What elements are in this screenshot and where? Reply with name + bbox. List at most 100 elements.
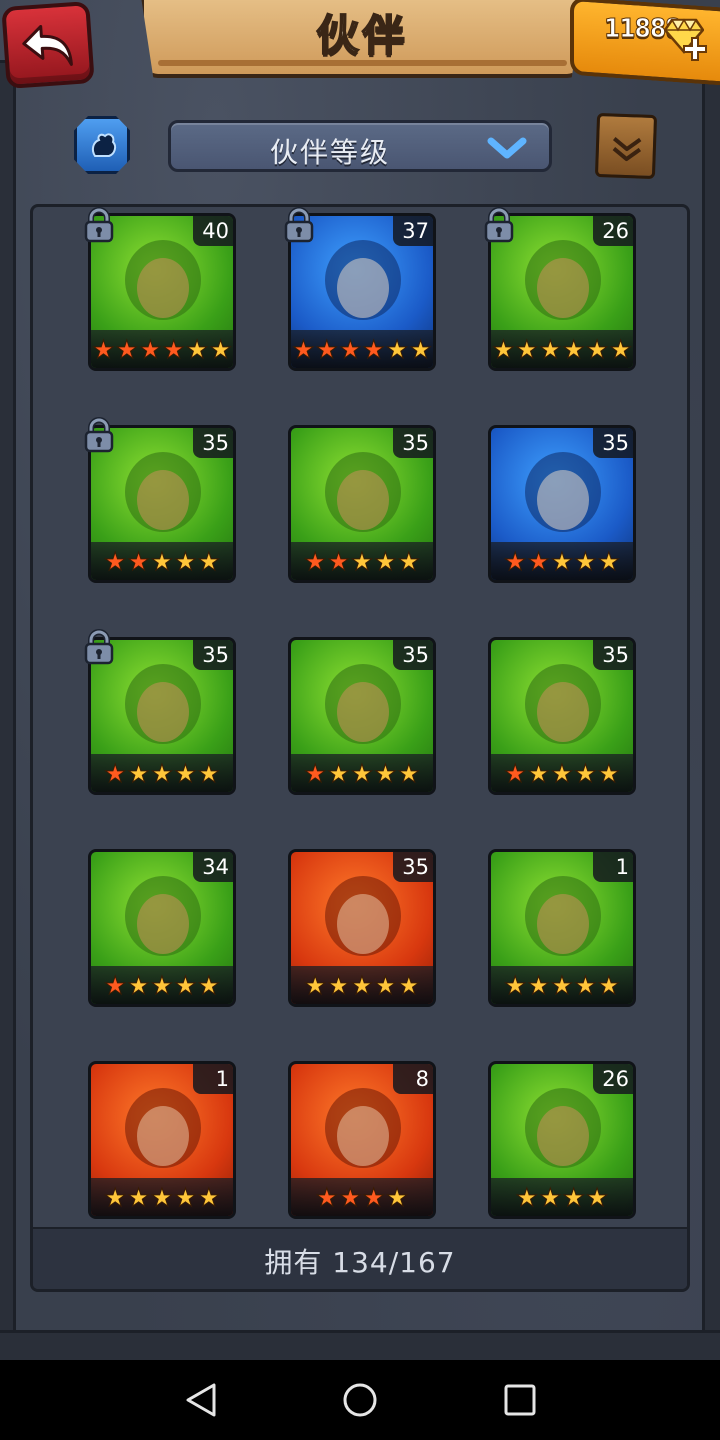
partner-card[interactable]: 8 ★ ★ ★ ★: [288, 1061, 436, 1219]
star-icon: ★: [103, 546, 127, 576]
star-rating: ★ ★ ★ ★ ★ ★: [491, 330, 633, 368]
partner-card[interactable]: 35 ★ ★ ★ ★ ★: [488, 637, 636, 795]
star-icon: ★: [597, 546, 621, 576]
back-button[interactable]: [1, 1, 95, 89]
star-icon: ★: [174, 1182, 197, 1212]
star-icon: ★: [185, 334, 209, 364]
partner-card[interactable]: 1 ★ ★ ★ ★ ★: [88, 1061, 236, 1219]
sort-dropdown[interactable]: 伙伴等级: [168, 120, 552, 172]
element-filter-button[interactable]: [74, 116, 130, 174]
star-icon: ★: [103, 970, 127, 1000]
partner-card[interactable]: 1 ★ ★ ★ ★ ★: [488, 849, 636, 1007]
star-rating: ★ ★ ★ ★ ★: [291, 754, 433, 792]
star-icon: ★: [174, 546, 197, 576]
star-icon: ★: [127, 758, 150, 788]
star-icon: ★: [174, 758, 197, 788]
padlock-icon[interactable]: [282, 207, 316, 243]
star-icon: ★: [315, 1182, 339, 1212]
partner-grid-panel: 40 ★ ★ ★ ★ ★ ★ 37 ★ ★ ★ ★ ★ ★ 26 ★ ★ ★ ★ ★ ★ 35 ★ ★ ★ ★ ★ 35 ★ ★ ★ ★ ★ 35…: [30, 204, 690, 1292]
star-rating: ★ ★ ★ ★ ★: [491, 754, 633, 792]
partner-level: 37: [393, 216, 433, 246]
star-icon: ★: [527, 546, 550, 576]
star-rating: ★ ★ ★ ★ ★ ★: [291, 330, 433, 368]
star-icon: ★: [150, 546, 174, 576]
star-rating: ★ ★ ★ ★ ★: [291, 966, 433, 1004]
star-icon: ★: [585, 334, 609, 364]
plus-icon[interactable]: [682, 36, 708, 62]
partner-level: 35: [193, 428, 233, 458]
scroll-book-icon: [612, 137, 642, 162]
partner-card[interactable]: 26 ★ ★ ★ ★: [488, 1061, 636, 1219]
partner-portrait: [305, 1078, 421, 1186]
padlock-icon[interactable]: [82, 207, 116, 243]
star-icon: ★: [492, 334, 515, 364]
partner-grid[interactable]: 40 ★ ★ ★ ★ ★ ★ 37 ★ ★ ★ ★ ★ ★ 26 ★ ★ ★ ★ ★ ★ 35 ★ ★ ★ ★ ★ 35 ★ ★ ★ ★ ★ 35…: [33, 207, 687, 1233]
star-icon: ★: [350, 758, 374, 788]
partner-portrait: [105, 442, 221, 550]
padlock-icon[interactable]: [82, 629, 116, 665]
rock-frame-left: [0, 60, 16, 1360]
partner-portrait: [105, 866, 221, 974]
star-icon: ★: [162, 334, 185, 364]
star-icon: ★: [385, 1182, 409, 1212]
star-icon: ★: [515, 1182, 539, 1212]
star-icon: ★: [92, 334, 115, 364]
partner-portrait: [505, 230, 621, 338]
partner-card[interactable]: 35 ★ ★ ★ ★ ★: [288, 849, 436, 1007]
star-rating: ★ ★ ★ ★ ★: [491, 966, 633, 1004]
star-icon: ★: [115, 334, 139, 364]
partner-card[interactable]: 34 ★ ★ ★ ★ ★: [88, 849, 236, 1007]
star-icon: ★: [515, 334, 539, 364]
star-icon: ★: [292, 334, 315, 364]
nav-back-icon[interactable]: [184, 1382, 218, 1418]
star-icon: ★: [385, 334, 409, 364]
star-icon: ★: [550, 758, 574, 788]
star-icon: ★: [550, 970, 574, 1000]
star-icon: ★: [150, 758, 174, 788]
game-screen: 伙伴 11888 伙伴等级 40 ★ ★ ★ ★ ★ ★ 37 ★ ★ ★ ★ ★ ★ 26 ★ ★ ★ ★ ★ ★ 35…: [0, 0, 720, 1360]
partner-level: 35: [193, 640, 233, 670]
star-icon: ★: [574, 546, 597, 576]
star-icon: ★: [362, 1182, 385, 1212]
partner-card[interactable]: 35 ★ ★ ★ ★ ★: [288, 425, 436, 583]
partner-level: 35: [593, 640, 633, 670]
star-rating: ★ ★ ★ ★ ★ ★: [91, 330, 233, 368]
codex-button[interactable]: [594, 112, 658, 180]
star-icon: ★: [609, 334, 632, 364]
partner-portrait: [105, 654, 221, 762]
star-icon: ★: [303, 546, 327, 576]
owned-summary-bar: 拥有 134/167: [33, 1227, 687, 1289]
star-rating: ★ ★ ★ ★ ★: [91, 542, 233, 580]
star-icon: ★: [303, 758, 327, 788]
star-icon: ★: [327, 546, 350, 576]
partner-card[interactable]: 35 ★ ★ ★ ★ ★: [288, 637, 436, 795]
partner-portrait: [105, 1078, 221, 1186]
star-icon: ★: [539, 1182, 562, 1212]
partner-level: 34: [193, 852, 233, 882]
nav-recents-icon[interactable]: [504, 1384, 536, 1416]
padlock-icon[interactable]: [482, 207, 516, 243]
partner-card[interactable]: 35 ★ ★ ★ ★ ★: [488, 425, 636, 583]
partner-level: 1: [593, 852, 633, 882]
padlock-icon[interactable]: [82, 417, 116, 453]
star-icon: ★: [127, 970, 150, 1000]
star-icon: ★: [397, 546, 421, 576]
partner-portrait: [505, 1078, 621, 1186]
nav-home-icon[interactable]: [342, 1382, 378, 1418]
page-title: 伙伴: [315, 10, 409, 61]
star-icon: ★: [397, 758, 421, 788]
star-icon: ★: [374, 546, 397, 576]
partner-level: 35: [393, 852, 433, 882]
partner-level: 26: [593, 216, 633, 246]
rock-frame-right: [702, 60, 720, 1360]
star-icon: ★: [362, 334, 385, 364]
star-icon: ★: [539, 334, 562, 364]
star-icon: ★: [350, 546, 374, 576]
star-icon: ★: [350, 970, 374, 1000]
partner-level: 35: [393, 428, 433, 458]
star-icon: ★: [527, 970, 550, 1000]
star-icon: ★: [303, 970, 327, 1000]
star-rating: ★ ★ ★ ★: [291, 1178, 433, 1216]
partner-level: 26: [593, 1064, 633, 1094]
star-icon: ★: [150, 970, 174, 1000]
